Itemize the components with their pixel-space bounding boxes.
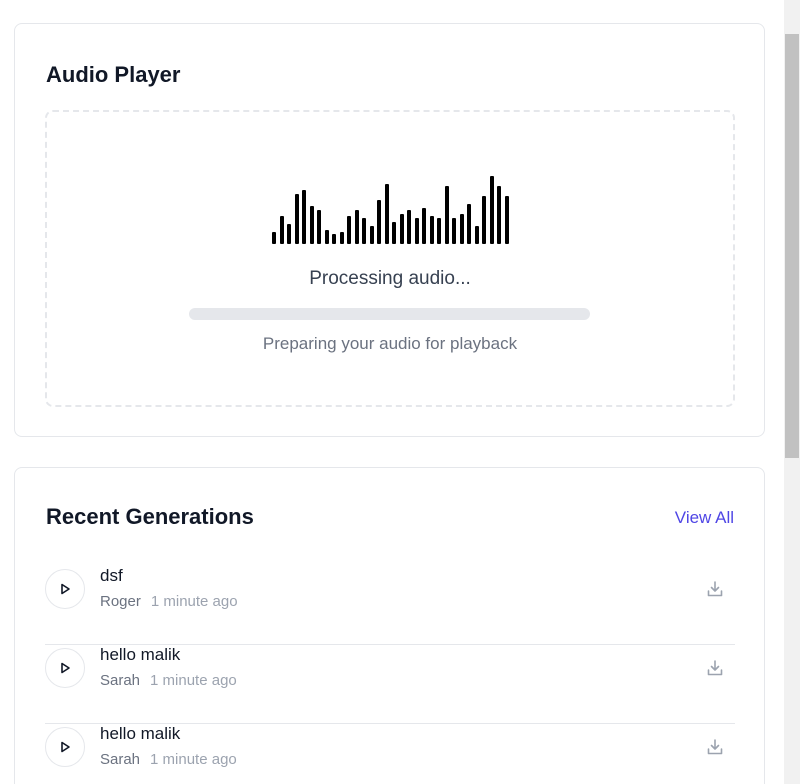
view-all-link[interactable]: View All bbox=[675, 508, 734, 528]
waveform-bar bbox=[504, 196, 509, 244]
recent-generations-card: Recent Generations View All dsf Roger 1 m… bbox=[14, 467, 765, 784]
generation-title: hello malik bbox=[100, 724, 181, 743]
download-icon bbox=[707, 581, 723, 597]
waveform-bar bbox=[422, 208, 426, 244]
waveform-bar bbox=[414, 218, 419, 244]
waveform-bar bbox=[497, 186, 501, 244]
generation-meta: Roger 1 minute ago bbox=[100, 593, 238, 610]
waveform-bar bbox=[354, 210, 359, 244]
play-button[interactable] bbox=[45, 648, 85, 688]
waveform-bar bbox=[294, 194, 299, 244]
waveform-bar bbox=[302, 190, 306, 244]
waveform-bar bbox=[429, 216, 434, 244]
waveform-bar bbox=[384, 184, 389, 244]
waveform-bar bbox=[452, 218, 456, 244]
generation-time: 1 minute ago bbox=[150, 672, 237, 689]
waveform-bar bbox=[399, 214, 404, 244]
generation-meta: Sarah 1 minute ago bbox=[100, 751, 237, 768]
waveform-bar bbox=[407, 210, 411, 244]
generation-meta: Sarah 1 minute ago bbox=[100, 672, 237, 689]
waveform-bar bbox=[444, 186, 449, 244]
waveform-bar bbox=[392, 222, 396, 244]
waveform-bar bbox=[309, 206, 314, 244]
waveform-bar bbox=[459, 214, 464, 244]
generation-voice: Sarah bbox=[100, 672, 141, 689]
audio-player-title: Audio Player bbox=[46, 62, 181, 87]
waveform-bar bbox=[324, 230, 329, 244]
waveform-bar bbox=[369, 226, 374, 244]
waveform-bar bbox=[317, 210, 321, 244]
waveform-bar bbox=[482, 196, 486, 244]
waveform-bar bbox=[362, 218, 366, 244]
waveform-bar bbox=[347, 216, 351, 244]
generation-voice: Sarah bbox=[100, 751, 141, 768]
generation-title: dsf bbox=[100, 566, 123, 585]
generation-row: hello malik Sarah 1 minute ago bbox=[45, 724, 735, 784]
waveform-bar bbox=[339, 232, 344, 244]
waveform-bar bbox=[332, 234, 336, 244]
waveform-bar bbox=[279, 216, 284, 244]
waveform-bar bbox=[437, 218, 441, 244]
waveform-animation bbox=[272, 174, 512, 244]
waveform-bar bbox=[272, 232, 276, 244]
waveform-bar bbox=[287, 224, 291, 244]
preparing-status: Preparing your audio for playback bbox=[262, 334, 518, 353]
waveform-bar bbox=[467, 204, 471, 244]
waveform-bar bbox=[377, 200, 381, 244]
download-button[interactable] bbox=[705, 658, 725, 678]
play-icon bbox=[61, 662, 70, 674]
progress-bar bbox=[189, 308, 590, 320]
play-button[interactable] bbox=[45, 569, 85, 609]
waveform-bar bbox=[489, 176, 494, 244]
generation-time: 1 minute ago bbox=[150, 751, 237, 768]
generation-voice: Roger bbox=[100, 593, 141, 610]
download-icon bbox=[707, 660, 723, 676]
generation-row: dsf Roger 1 minute ago bbox=[45, 566, 735, 645]
download-button[interactable] bbox=[705, 737, 725, 757]
scrollbar-thumb[interactable] bbox=[785, 34, 799, 458]
download-button[interactable] bbox=[705, 579, 725, 599]
play-icon bbox=[61, 583, 70, 595]
download-icon bbox=[707, 739, 723, 755]
generation-time: 1 minute ago bbox=[150, 593, 238, 610]
audio-processing-area: Processing audio... Preparing your audio… bbox=[45, 110, 735, 407]
processing-status: Processing audio... bbox=[309, 268, 471, 289]
play-button[interactable] bbox=[45, 727, 85, 767]
recent-generations-title: Recent Generations bbox=[46, 504, 254, 529]
waveform-bar bbox=[474, 226, 479, 244]
play-icon bbox=[61, 741, 70, 753]
generation-row: hello malik Sarah 1 minute ago bbox=[45, 645, 735, 724]
audio-player-card: Audio Player Processing audio... Prepari… bbox=[14, 23, 765, 437]
generation-title: hello malik bbox=[100, 645, 181, 664]
